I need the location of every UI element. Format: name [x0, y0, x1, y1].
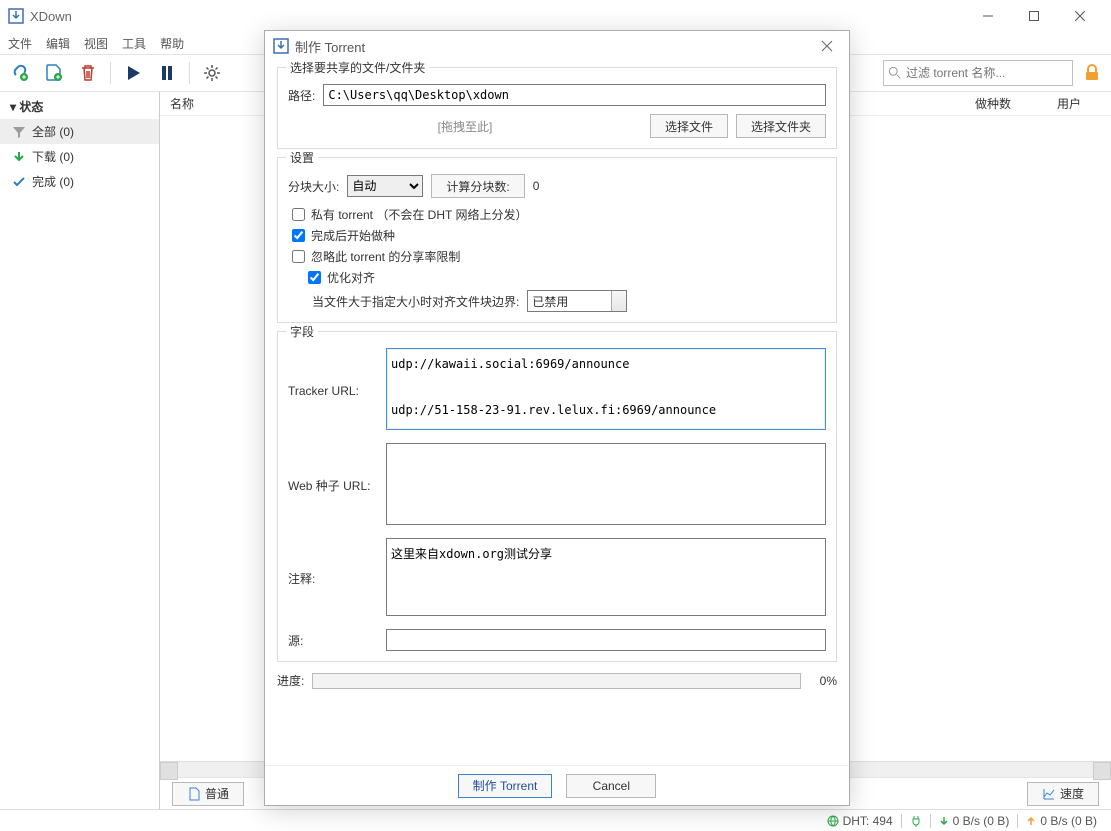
webseed-label: Web 种子 URL: — [288, 477, 378, 494]
menu-file[interactable]: 文件 — [8, 35, 32, 52]
menu-edit[interactable]: 编辑 — [46, 35, 70, 52]
webseed-url-textarea[interactable] — [386, 443, 826, 525]
progress-label: 进度: — [277, 672, 304, 689]
lock-icon[interactable] — [1083, 63, 1103, 83]
calc-pieces-button[interactable]: 计算分块数: — [431, 174, 524, 198]
window-titlebar: XDown — [0, 0, 1111, 32]
group-settings: 设置 分块大小: 自动 计算分块数: 0 私有 torrent （不会在 DHT… — [277, 157, 837, 323]
menu-help[interactable]: 帮助 — [160, 35, 184, 52]
column-seeders[interactable]: 做种数 — [975, 95, 1011, 112]
globe-icon — [827, 815, 839, 827]
select-file-button[interactable]: 选择文件 — [650, 114, 728, 138]
window-title: XDown — [30, 9, 72, 24]
sidebar-header[interactable]: ▾ 状态 — [0, 94, 159, 119]
sidebar-item-all[interactable]: 全部 (0) — [0, 119, 159, 144]
private-torrent-checkbox[interactable]: 私有 torrent （不会在 DHT 网络上分发） — [292, 206, 826, 223]
piece-size-select[interactable]: 自动 — [347, 175, 423, 197]
tab-normal-button[interactable]: 普通 — [172, 782, 244, 806]
dialog-buttons: 制作 Torrent Cancel — [265, 765, 849, 805]
sidebar-item-complete[interactable]: 完成 (0) — [0, 169, 159, 194]
status-plug — [902, 815, 930, 827]
resume-button[interactable] — [121, 61, 145, 85]
close-button[interactable] — [1057, 1, 1103, 31]
calc-value: 0 — [533, 179, 540, 193]
comment-textarea[interactable] — [386, 538, 826, 616]
dialog-titlebar[interactable]: 制作 Torrent — [265, 31, 849, 61]
sidebar-item-download[interactable]: 下载 (0) — [0, 144, 159, 169]
cancel-button[interactable]: Cancel — [566, 774, 656, 798]
column-users[interactable]: 用户 — [1057, 95, 1081, 112]
dialog-close-button[interactable] — [813, 34, 841, 58]
start-seeding-checkbox[interactable]: 完成后开始做种 — [292, 227, 826, 244]
select-folder-button[interactable]: 选择文件夹 — [736, 114, 826, 138]
create-torrent-button[interactable]: 制作 Torrent — [458, 774, 553, 798]
progress-percent: 0% — [809, 674, 837, 688]
plug-icon — [910, 815, 922, 827]
menu-tools[interactable]: 工具 — [122, 35, 146, 52]
filter-torrent-search[interactable] — [883, 60, 1073, 86]
progress-bar — [312, 673, 801, 689]
group-file-select: 选择要共享的文件/文件夹 路径: [拖拽至此] 选择文件 选择文件夹 — [277, 67, 837, 149]
filter-torrent-input[interactable] — [906, 66, 1068, 80]
drag-hint: [拖拽至此] — [288, 118, 642, 135]
status-down-speed: 0 B/s (0 B) — [931, 814, 1018, 828]
group-legend: 设置 — [286, 149, 318, 166]
align-spinner[interactable]: 已禁用 — [527, 290, 627, 312]
source-label: 源: — [288, 632, 378, 649]
optimize-align-checkbox[interactable]: 优化对齐 — [308, 269, 826, 286]
search-icon — [888, 66, 902, 80]
sidebar-item-label: 全部 (0) — [32, 123, 74, 140]
status-dht: DHT: 494 — [819, 814, 901, 828]
path-input[interactable] — [323, 84, 826, 106]
sidebar-item-label: 完成 (0) — [32, 173, 74, 190]
settings-button[interactable] — [200, 61, 224, 85]
delete-button[interactable] — [76, 61, 100, 85]
sidebar: ▾ 状态 全部 (0) 下载 (0) 完成 (0) — [0, 92, 160, 809]
path-label: 路径: — [288, 87, 315, 104]
minimize-button[interactable] — [965, 1, 1011, 31]
align-label: 当文件大于指定大小时对齐文件块边界: — [312, 293, 519, 310]
down-arrow-icon — [12, 150, 26, 164]
check-icon — [12, 175, 26, 189]
create-torrent-dialog: 制作 Torrent 选择要共享的文件/文件夹 路径: [拖拽至此] 选择文件 … — [264, 30, 850, 806]
dialog-title: 制作 Torrent — [295, 37, 365, 56]
piece-size-label: 分块大小: — [288, 178, 339, 195]
add-link-button[interactable] — [8, 61, 32, 85]
comment-label: 注释: — [288, 570, 378, 587]
tracker-label: Tracker URL: — [288, 384, 378, 398]
source-input[interactable] — [386, 629, 826, 651]
maximize-button[interactable] — [1011, 1, 1057, 31]
filter-icon — [12, 125, 26, 139]
add-torrent-button[interactable] — [42, 61, 66, 85]
app-icon — [8, 8, 24, 24]
progress-row: 进度: 0% — [277, 672, 837, 689]
app-icon — [273, 38, 289, 54]
doc-icon — [187, 787, 201, 801]
statusbar: DHT: 494 0 B/s (0 B) 0 B/s (0 B) — [0, 809, 1111, 831]
sidebar-item-label: 下载 (0) — [32, 148, 74, 165]
group-legend: 字段 — [286, 323, 318, 340]
status-up-speed: 0 B/s (0 B) — [1018, 814, 1105, 828]
tracker-url-textarea[interactable] — [386, 348, 826, 430]
down-icon — [939, 816, 949, 826]
group-fields: 字段 Tracker URL: Web 种子 URL: 注释: 源: — [277, 331, 837, 662]
chart-icon — [1042, 787, 1056, 801]
menu-view[interactable]: 视图 — [84, 35, 108, 52]
up-icon — [1026, 816, 1036, 826]
ignore-ratio-checkbox[interactable]: 忽略此 torrent 的分享率限制 — [292, 248, 826, 265]
group-legend: 选择要共享的文件/文件夹 — [286, 61, 429, 76]
tab-speed-button[interactable]: 速度 — [1027, 782, 1099, 806]
pause-button[interactable] — [155, 61, 179, 85]
